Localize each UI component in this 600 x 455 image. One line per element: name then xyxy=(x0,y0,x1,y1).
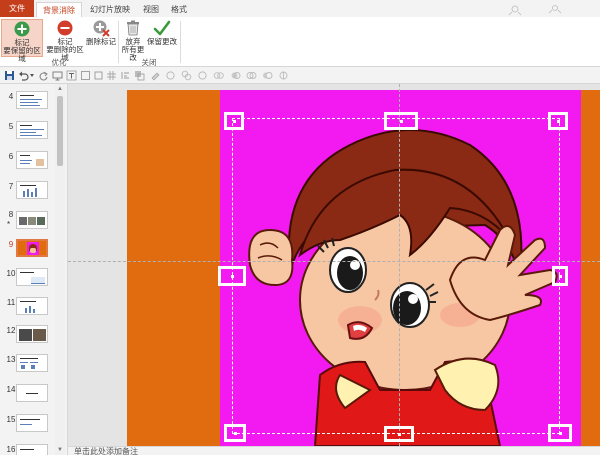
slide-number: 16 xyxy=(6,445,16,454)
tab-format[interactable]: 格式 xyxy=(166,2,192,17)
subtract-shapes-icon[interactable] xyxy=(262,70,273,81)
scroll-up-icon[interactable]: ▲ xyxy=(56,85,64,93)
slide-transition-star: * xyxy=(7,220,11,229)
merge-shapes-icon[interactable] xyxy=(230,70,241,81)
delete-mark-icon xyxy=(93,20,110,37)
align-icon[interactable] xyxy=(120,70,131,81)
selection-frame xyxy=(232,118,560,434)
slide-number: 6 xyxy=(8,152,14,161)
group-objects-icon[interactable] xyxy=(181,70,192,81)
save-icon[interactable] xyxy=(4,70,15,81)
slide-thumbnail-16[interactable] xyxy=(16,444,48,455)
resize-handle-bottom-left[interactable] xyxy=(224,424,246,442)
slide-number: 7 xyxy=(8,182,14,191)
text-box-icon[interactable] xyxy=(66,70,77,81)
thumbnail-scrollbar[interactable]: ▲ ▼ xyxy=(55,84,65,455)
delete-mark-label: 删除标记 xyxy=(86,37,116,46)
shape-square-small-icon[interactable] xyxy=(93,70,104,81)
slide-thumbnail-11[interactable] xyxy=(16,297,48,315)
checkmark-icon xyxy=(153,20,171,36)
slide-thumbnail-10[interactable] xyxy=(16,268,48,286)
scrollbar-thumb[interactable] xyxy=(57,96,63,166)
slide-thumbnail-5[interactable] xyxy=(16,121,48,139)
slide-number: 8 xyxy=(8,210,14,219)
discard-icon xyxy=(127,20,139,36)
group-separator xyxy=(180,21,181,63)
resize-handle-bottom[interactable] xyxy=(384,426,414,442)
decorative-doodle-icon xyxy=(508,5,562,16)
rotate-left-icon[interactable] xyxy=(165,70,176,81)
slide-thumbnail-15[interactable] xyxy=(16,414,48,432)
resize-handle-top-left[interactable] xyxy=(224,112,244,130)
redo-icon[interactable] xyxy=(38,70,49,81)
tab-file[interactable]: 文件 xyxy=(0,0,34,17)
group-separator xyxy=(118,21,119,63)
mark-areas-to-keep-button[interactable]: 标记 要保留的区域 xyxy=(1,19,43,63)
slide-thumbnail-9-selected[interactable] xyxy=(16,239,48,257)
discard-all-changes-button[interactable]: 放弃 所有更改 xyxy=(120,19,146,62)
resize-handle-top-right[interactable] xyxy=(548,112,568,130)
tab-background-removal[interactable]: 背景消除 xyxy=(36,2,82,17)
scroll-down-icon[interactable]: ▼ xyxy=(56,446,64,454)
slide-number-selected: 9 xyxy=(8,240,14,249)
slide-number: 12 xyxy=(6,326,16,335)
tab-view[interactable]: 视图 xyxy=(138,2,164,17)
slide-thumbnail-14[interactable] xyxy=(16,384,48,402)
resize-handle-top[interactable] xyxy=(384,112,418,130)
slide-thumbnail-13[interactable] xyxy=(16,354,48,372)
mark-areas-to-remove-button[interactable]: 标记 要删除的区域 xyxy=(44,19,86,62)
rotate-right-icon[interactable] xyxy=(197,70,208,81)
slide-number: 5 xyxy=(8,122,14,131)
bring-forward-icon[interactable] xyxy=(134,70,145,81)
ribbon-tab-row: 文件 背景消除 幻灯片放映 视图 格式 xyxy=(0,0,600,17)
keep-changes-label: 保留更改 xyxy=(147,37,177,46)
undo-icon[interactable] xyxy=(18,70,29,81)
slide-thumbnail-12[interactable] xyxy=(16,325,48,343)
ungroup-icon[interactable] xyxy=(213,70,224,81)
slide-number: 10 xyxy=(6,269,16,278)
slide-thumbnail-8[interactable] xyxy=(16,211,48,229)
slide-number: 14 xyxy=(6,385,16,394)
intersect-shapes-icon[interactable] xyxy=(246,70,257,81)
slide-number: 13 xyxy=(6,355,16,364)
resize-handle-bottom-right[interactable] xyxy=(548,424,572,442)
ribbon-panel: 标记 要保留的区域 标记 要删除的区域 删除标记 优化 放弃 所有更改 保留更改… xyxy=(0,17,600,67)
paint-icon[interactable] xyxy=(150,70,161,81)
resize-handle-right[interactable] xyxy=(552,266,568,286)
keep-changes-button[interactable]: 保留更改 xyxy=(146,19,178,57)
notes-pane[interactable]: 单击此处添加备注 xyxy=(68,446,600,455)
slide-thumbnail-6[interactable] xyxy=(16,151,48,169)
tab-slideshow[interactable]: 幻灯片放映 xyxy=(84,2,136,17)
slide-number: 4 xyxy=(8,92,14,101)
slide-thumbnail-7[interactable] xyxy=(16,181,48,199)
grid-icon[interactable] xyxy=(106,70,117,81)
start-slideshow-icon[interactable] xyxy=(52,70,63,81)
resize-handle-left[interactable] xyxy=(218,266,246,286)
undo-dropdown-icon[interactable] xyxy=(29,70,35,81)
minus-circle-icon xyxy=(57,20,73,36)
quick-access-toolbar xyxy=(0,67,600,84)
notes-placeholder: 单击此处添加备注 xyxy=(74,447,138,455)
shape-square-icon[interactable] xyxy=(80,70,91,81)
slide-number: 15 xyxy=(6,415,16,424)
plus-circle-icon xyxy=(14,21,30,37)
delete-mark-button[interactable]: 删除标记 xyxy=(86,19,116,57)
slide-thumbnail-4[interactable] xyxy=(16,91,48,109)
fragment-shapes-icon[interactable] xyxy=(278,70,289,81)
slide-number: 11 xyxy=(6,298,16,307)
